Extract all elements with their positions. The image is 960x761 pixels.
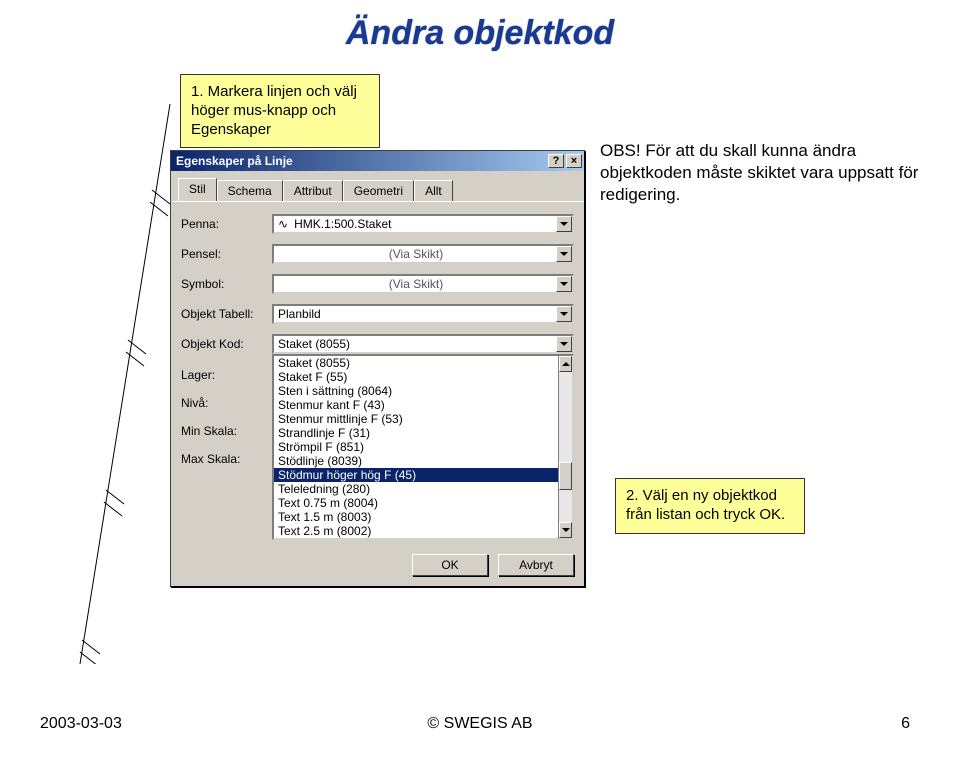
scroll-down-button[interactable]	[559, 522, 572, 538]
label-kod: Objekt Kod:	[181, 337, 266, 351]
kod-dropdown-list[interactable]: Staket (8055)Staket F (55)Sten i sättnin…	[272, 354, 558, 540]
list-item[interactable]: Text 0.75 m (8004)	[274, 496, 558, 510]
list-item[interactable]: Text 2.5 m (8002)	[274, 524, 558, 538]
note-obs: OBS! För att du skall kunna ändra objekt…	[600, 140, 920, 206]
label-niva: Nivå:	[181, 396, 266, 410]
combo-pensel[interactable]: (Via Skikt)	[272, 244, 574, 264]
label-minskala: Min Skala:	[181, 424, 266, 438]
list-item[interactable]: Sten i sättning (8064)	[274, 384, 558, 398]
list-item[interactable]: Teleledning (280)	[274, 482, 558, 496]
label-penna: Penna:	[181, 217, 266, 231]
help-button[interactable]: ?	[548, 154, 564, 168]
scroll-up-button[interactable]	[559, 356, 572, 372]
combo-symbol[interactable]: (Via Skikt)	[272, 274, 574, 294]
dialog-titlebar[interactable]: Egenskaper på Linje ? ×	[171, 151, 584, 171]
list-item[interactable]: Strandlinje F (31)	[274, 426, 558, 440]
chevron-down-icon[interactable]	[556, 306, 572, 322]
list-item[interactable]: Strömpil F (851)	[274, 440, 558, 454]
ok-button[interactable]: OK	[412, 554, 488, 576]
close-button[interactable]: ×	[566, 154, 582, 168]
chevron-down-icon[interactable]	[556, 276, 572, 292]
combo-kod-value: Staket (8055)	[278, 337, 554, 351]
list-item[interactable]: Stödlinje (8039)	[274, 454, 558, 468]
combo-tabell[interactable]: Planbild	[272, 304, 574, 324]
dialog-body: Penna: ∿ HMK.1:500.Staket Pensel: (Via S…	[171, 202, 584, 548]
scroll-thumb[interactable]	[559, 462, 572, 490]
list-item[interactable]: Stödmur höger hög F (45)	[274, 468, 558, 482]
chevron-down-icon[interactable]	[556, 216, 572, 232]
combo-kod[interactable]: Staket (8055)	[272, 334, 574, 354]
scroll-track[interactable]	[559, 372, 572, 522]
combo-symbol-value: (Via Skikt)	[278, 277, 554, 291]
list-item[interactable]: Stenmur kant F (43)	[274, 398, 558, 412]
callout-step-2: 2. Välj en ny objektkod från listan och …	[615, 478, 805, 534]
label-maxskala: Max Skala:	[181, 452, 266, 466]
footer-copyright: © SWEGIS AB	[0, 715, 960, 733]
line-style-icon: ∿	[278, 217, 294, 231]
page-title: Ändra objektkod	[0, 14, 960, 53]
tab-geometri[interactable]: Geometri	[343, 180, 414, 201]
properties-dialog: Egenskaper på Linje ? × Stil Schema Attr…	[170, 150, 585, 587]
list-item[interactable]: Staket F (55)	[274, 370, 558, 384]
combo-penna[interactable]: ∿ HMK.1:500.Staket	[272, 214, 574, 234]
tab-stil[interactable]: Stil	[178, 178, 217, 201]
label-lager: Lager:	[181, 368, 266, 382]
dialog-title: Egenskaper på Linje	[176, 154, 548, 168]
list-item[interactable]: Staket (8055)	[274, 356, 558, 370]
tab-allt[interactable]: Allt	[414, 180, 453, 201]
label-pensel: Pensel:	[181, 247, 266, 261]
list-item[interactable]: Stenmur mittlinje F (53)	[274, 412, 558, 426]
footer-page-number: 6	[901, 715, 910, 733]
combo-penna-value: HMK.1:500.Staket	[294, 217, 554, 231]
dialog-tabs: Stil Schema Attribut Geometri Allt	[171, 171, 584, 202]
callout-step-1: 1. Markera linjen och välj höger mus-kna…	[180, 74, 380, 148]
combo-pensel-value: (Via Skikt)	[278, 247, 554, 261]
cancel-button[interactable]: Avbryt	[498, 554, 574, 576]
chevron-down-icon[interactable]	[556, 246, 572, 262]
label-symbol: Symbol:	[181, 277, 266, 291]
list-item[interactable]: Text 1.5 m (8003)	[274, 510, 558, 524]
tab-attribut[interactable]: Attribut	[283, 180, 343, 201]
combo-tabell-value: Planbild	[278, 307, 554, 321]
label-tabell: Objekt Tabell:	[181, 307, 266, 321]
chevron-down-icon[interactable]	[556, 336, 572, 352]
list-scrollbar[interactable]	[558, 354, 574, 540]
tab-schema[interactable]: Schema	[217, 180, 283, 201]
